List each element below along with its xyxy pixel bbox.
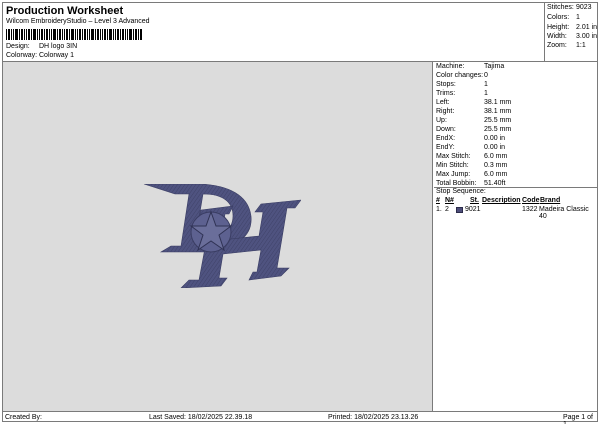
colors-value: 1 — [576, 14, 580, 21]
left-label: Left: — [436, 99, 450, 106]
printed-date: Printed: 18/02/2025 23.13.26 — [328, 414, 419, 421]
endx-label: EndX: — [436, 135, 456, 142]
color-changes-row: Color changes:0 — [436, 71, 488, 80]
colorway-row: Colorway: Colorway 1 — [6, 52, 74, 59]
machine-value: Tajima — [484, 63, 505, 70]
col-description: Description — [482, 197, 521, 204]
machine-row: Machine: Tajima — [436, 62, 504, 71]
software-subtitle: Wilcom EmbroideryStudio – Level 3 Advanc… — [6, 18, 150, 25]
stop-sequence-title: Stop Sequence: — [436, 188, 486, 195]
col-brand: Brand — [540, 197, 561, 204]
worksheet: Production Worksheet Wilcom EmbroiderySt… — [2, 2, 598, 424]
max-stitch-label: Max Stitch: — [436, 153, 471, 160]
design-label: Design: — [6, 43, 30, 50]
zoom-label: Zoom: — [547, 42, 567, 49]
colorway-label: Colorway: — [6, 52, 38, 59]
colors-label: Colors: — [547, 14, 570, 21]
max-jump-value: 6.0 mm — [484, 171, 508, 178]
last-saved: Last Saved: 18/02/2025 22.39.18 — [149, 414, 253, 421]
left-row: Left: 38.1 mm — [436, 98, 511, 107]
width-label: Width: — [547, 33, 567, 40]
zoom-value: 1:1 — [576, 42, 586, 49]
up-row: Up: 25.5 mm — [436, 116, 511, 125]
endy-row: EndY: 0.00 in — [436, 143, 505, 152]
height-label: Height: — [547, 24, 570, 31]
stop-sequence-header: # N# St. Description Code Brand — [436, 197, 598, 206]
stats-panel: Stitches: 9023 Colors: 1 Height: 2.01 in Wi… — [545, 3, 598, 62]
thread-color-swatch — [456, 207, 463, 213]
row-code: 1322 — [522, 206, 538, 213]
left-value: 38.1 mm — [484, 99, 512, 106]
endy-label: EndY: — [436, 144, 455, 151]
width-value: 3.00 in — [576, 33, 598, 40]
row-num: 1. — [436, 206, 442, 213]
created-by: Created By: — [5, 414, 42, 421]
col-n: N# — [445, 197, 454, 204]
stops-value: 1 — [484, 81, 488, 88]
max-jump-label: Max Jump: — [436, 171, 471, 178]
stops-label: Stops: — [436, 81, 456, 88]
right-label: Right: — [436, 108, 455, 115]
stitches-value: 9023 — [576, 4, 592, 11]
worksheet-header: Production Worksheet Wilcom EmbroiderySt… — [3, 3, 545, 62]
design-preview-canvas[interactable] — [3, 62, 433, 411]
stitches-row: Stitches: 9023 — [547, 4, 592, 11]
endx-value: 0.00 in — [484, 135, 506, 142]
page-title: Production Worksheet — [6, 5, 124, 17]
design-value: DH logo 3IN — [39, 43, 78, 50]
color-changes-value: 0 — [484, 72, 488, 79]
stop-sequence-row: 1. 2 9021 1322 Madeira Classic 40 — [436, 206, 598, 220]
barcode-image — [6, 29, 142, 40]
machine-label: Machine: — [436, 63, 465, 70]
down-label: Down: — [436, 126, 456, 133]
design-row: Design: DH logo 3IN — [6, 43, 77, 50]
col-code: Code — [522, 197, 540, 204]
row-brand: Madeira Classic 40 — [539, 206, 589, 220]
stops-row: Stops: 1 — [436, 80, 488, 89]
up-label: Up: — [436, 117, 447, 124]
col-st: St. — [470, 197, 479, 204]
stitches-label: Stitches: — [547, 4, 574, 11]
dh-star-logo-design — [143, 184, 301, 288]
total-bobbin-value: 51.40ft — [484, 180, 506, 187]
up-value: 25.5 mm — [484, 117, 512, 124]
colorway-value: Colorway 1 — [39, 52, 75, 59]
max-stitch-value: 6.0 mm — [484, 153, 508, 160]
col-num: # — [436, 197, 440, 204]
min-stitch-row: Min Stitch: 0.3 mm — [436, 161, 507, 170]
right-value: 38.1 mm — [484, 108, 512, 115]
colors-row: Colors: 1 — [547, 14, 580, 21]
trims-row: Trims: 1 — [436, 89, 488, 98]
trims-label: Trims: — [436, 90, 456, 97]
height-value: 2.01 in — [576, 24, 598, 31]
row-description: 9021 — [465, 206, 481, 213]
min-stitch-label: Min Stitch: — [436, 162, 469, 169]
max-jump-row: Max Jump: 6.0 mm — [436, 170, 507, 179]
color-changes-label: Color changes: — [436, 72, 484, 79]
zoom-row: Zoom: 1:1 — [547, 42, 586, 49]
worksheet-footer: Created By: Last Saved: 18/02/2025 22.39… — [3, 411, 598, 424]
height-row: Height: 2.01 in — [547, 24, 597, 31]
min-stitch-value: 0.3 mm — [484, 162, 508, 169]
trims-value: 1 — [484, 90, 488, 97]
page-number: Page 1 of 1 — [563, 414, 593, 424]
down-value: 25.5 mm — [484, 126, 512, 133]
row-n: 2 — [445, 206, 449, 213]
width-row: Width: 3.00 in — [547, 33, 597, 40]
max-stitch-row: Max Stitch: 6.0 mm — [436, 152, 507, 161]
endy-value: 0.00 in — [484, 144, 506, 151]
endx-row: EndX: 0.00 in — [436, 134, 505, 143]
right-row: Right: 38.1 mm — [436, 107, 511, 116]
machine-info-panel: Machine: Tajima Color changes:0 Stops: 1 T… — [434, 62, 598, 411]
down-row: Down: 25.5 mm — [436, 125, 511, 134]
